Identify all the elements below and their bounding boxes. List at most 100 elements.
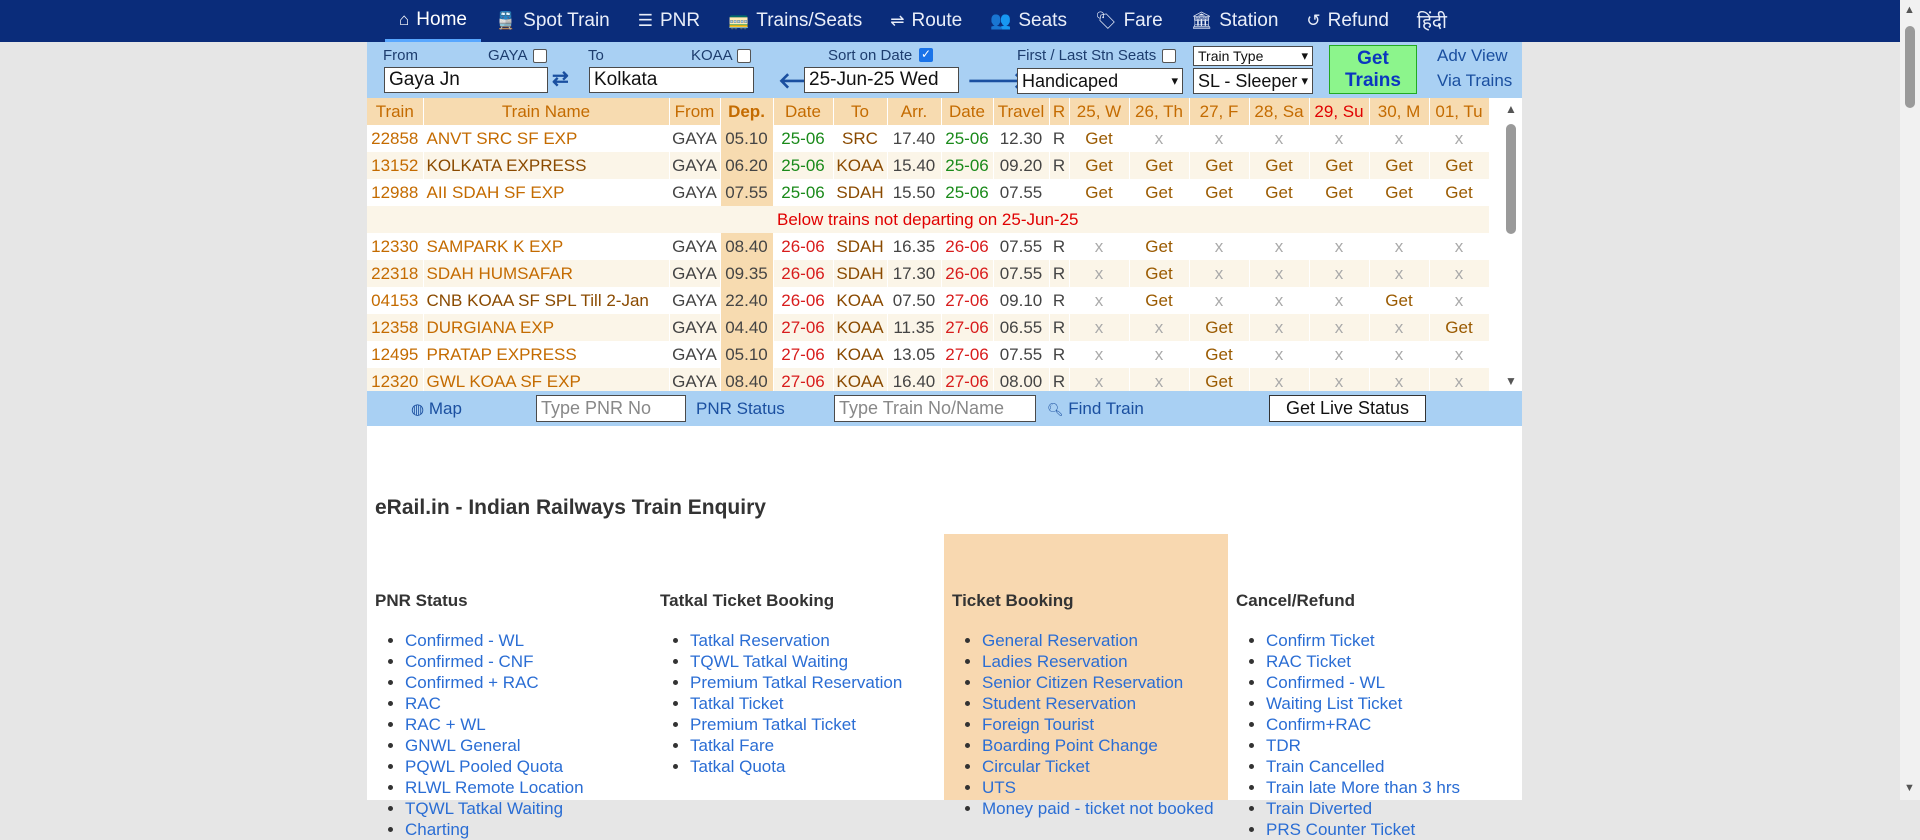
train-name-text[interactable]: SDAH HUMSAFAR xyxy=(427,264,573,283)
train-name[interactable]: SDAH HUMSAFAR xyxy=(423,260,670,287)
get-availability-link[interactable]: Get xyxy=(1189,341,1250,368)
first-last-stn-checkbox[interactable] xyxy=(1162,49,1176,63)
nav-item-seats[interactable]: 👥 Seats xyxy=(976,0,1081,42)
sort-on-date-checkbox[interactable] xyxy=(919,47,933,62)
train-number[interactable]: 12495 xyxy=(367,341,424,368)
nav-item-fare[interactable]: 🏷 Fare xyxy=(1081,0,1177,42)
help-link[interactable]: Train Diverted xyxy=(1266,798,1460,819)
scroll-down-icon[interactable]: ▼ xyxy=(1505,374,1517,388)
get-availability-link[interactable]: Get xyxy=(1129,233,1190,260)
table-row[interactable]: 12358 DURGIANA EXP GAYA 04.40 27-06 KOAA 11.35… xyxy=(367,314,1490,341)
help-link[interactable]: PQWL Pooled Quota xyxy=(405,756,584,777)
train-number[interactable]: 13152 xyxy=(367,152,424,179)
help-link[interactable]: RAC + WL xyxy=(405,714,584,735)
column-header[interactable]: 28, Sa xyxy=(1249,98,1310,125)
nav-item-refund[interactable]: ↺ Refund xyxy=(1292,0,1403,42)
get-availability-link[interactable]: Get xyxy=(1429,179,1490,206)
column-header[interactable]: 29, Su xyxy=(1309,98,1370,125)
get-availability-link[interactable]: Get xyxy=(1129,260,1190,287)
train-name-text[interactable]: GWL KOAA SF EXP xyxy=(427,372,581,391)
get-availability-link[interactable]: Get xyxy=(1189,179,1250,206)
help-link[interactable]: Charting xyxy=(405,819,584,840)
get-availability-link[interactable]: Get xyxy=(1069,125,1130,152)
via-trains-link[interactable]: Via Trains xyxy=(1437,71,1512,91)
scrollbar-thumb[interactable] xyxy=(1905,26,1915,108)
help-link[interactable]: Confirmed - CNF xyxy=(405,651,584,672)
column-header[interactable]: 30, M xyxy=(1369,98,1430,125)
class-select[interactable]: SL - Sleeper ▾ xyxy=(1193,68,1313,94)
table-row[interactable]: 12495 PRATAP EXPRESS GAYA 05.10 27-06 KOAA 13.… xyxy=(367,341,1490,368)
train-name-text[interactable]: KOLKATA EXPRESS xyxy=(427,156,587,175)
scroll-down-icon[interactable]: ▼ xyxy=(1904,782,1915,794)
help-link[interactable]: TQWL Tatkal Waiting xyxy=(405,798,584,819)
get-availability-link[interactable]: Get xyxy=(1249,152,1310,179)
train-name[interactable]: PRATAP EXPRESS xyxy=(423,341,670,368)
train-name-text[interactable]: DURGIANA EXP xyxy=(427,318,555,337)
help-link[interactable]: Ladies Reservation xyxy=(982,651,1214,672)
table-scrollbar[interactable]: ▲ ▼ xyxy=(1500,98,1522,391)
help-link[interactable]: Confirmed + RAC xyxy=(405,672,584,693)
help-link[interactable]: Tatkal Reservation xyxy=(690,630,902,651)
get-availability-link[interactable]: Get xyxy=(1069,179,1130,206)
map-link[interactable]: ◍ Map xyxy=(411,399,462,419)
help-link[interactable]: Confirm+RAC xyxy=(1266,714,1460,735)
table-row[interactable]: 22858 ANVT SRC SF EXP GAYA 05.10 25-06 SRC 17.… xyxy=(367,125,1490,152)
train-name-text[interactable]: CNB KOAA SF SPL xyxy=(427,291,577,310)
train-number[interactable]: 22858 xyxy=(367,125,424,152)
get-availability-link[interactable]: Get xyxy=(1189,314,1250,341)
quota-select[interactable]: Handicaped ▾ xyxy=(1017,68,1183,94)
swap-stations-icon[interactable]: ⇄ xyxy=(552,66,569,91)
help-link[interactable]: Confirmed - WL xyxy=(1266,672,1460,693)
get-availability-link[interactable]: Get xyxy=(1369,179,1430,206)
journey-date-input[interactable]: 25-Jun-25 Wed xyxy=(804,67,959,93)
column-header[interactable]: 25, W xyxy=(1069,98,1130,125)
train-number[interactable]: 22318 xyxy=(367,260,424,287)
from-station-input[interactable]: Gaya Jn xyxy=(384,67,548,93)
help-link[interactable]: General Reservation xyxy=(982,630,1214,651)
table-row[interactable]: 12320 GWL KOAA SF EXP GAYA 08.40 27-06 KOAA 16… xyxy=(367,368,1490,391)
train-name[interactable]: CNB KOAA SF SPL Till 2-Jan xyxy=(423,287,670,314)
column-header[interactable]: 26, Th xyxy=(1129,98,1190,125)
help-link[interactable]: Waiting List Ticket xyxy=(1266,693,1460,714)
scroll-up-icon[interactable]: ▲ xyxy=(1505,102,1517,116)
nav-item-station[interactable]: 🏛 Station xyxy=(1177,0,1293,42)
get-availability-link[interactable]: Get xyxy=(1429,314,1490,341)
table-row[interactable]: 12988 AII SDAH SF EXP GAYA 07.55 25-06 SDAH 15… xyxy=(367,179,1490,206)
help-link[interactable]: Tatkal Fare xyxy=(690,735,902,756)
help-link[interactable]: Train Cancelled xyxy=(1266,756,1460,777)
train-name-text[interactable]: SAMPARK K EXP xyxy=(427,237,564,256)
help-link[interactable]: TDR xyxy=(1266,735,1460,756)
column-header[interactable]: 01, Tu xyxy=(1429,98,1490,125)
pnr-number-input[interactable]: Type PNR No xyxy=(536,395,686,422)
help-link[interactable]: Money paid - ticket not booked xyxy=(982,798,1214,819)
train-name[interactable]: DURGIANA EXP xyxy=(423,314,670,341)
scroll-up-icon[interactable]: ▲ xyxy=(1904,4,1915,16)
page-scrollbar[interactable]: ▲ ▼ xyxy=(1900,0,1920,800)
nav-item-hindi[interactable]: हिंदी xyxy=(1403,0,1461,42)
help-link[interactable]: Premium Tatkal Ticket xyxy=(690,714,902,735)
get-live-status-button[interactable]: Get Live Status xyxy=(1269,395,1426,422)
train-name[interactable]: AII SDAH SF EXP xyxy=(423,179,670,206)
help-link[interactable]: Circular Ticket xyxy=(982,756,1214,777)
get-trains-button[interactable]: Get Trains xyxy=(1329,45,1417,94)
help-link[interactable]: Tatkal Ticket xyxy=(690,693,902,714)
help-link[interactable]: RLWL Remote Location xyxy=(405,777,584,798)
train-name[interactable]: KOLKATA EXPRESS xyxy=(423,152,670,179)
train-name[interactable]: ANVT SRC SF EXP xyxy=(423,125,670,152)
help-link[interactable]: RAC Ticket xyxy=(1266,651,1460,672)
help-link[interactable]: GNWL General xyxy=(405,735,584,756)
help-link[interactable]: Boarding Point Change xyxy=(982,735,1214,756)
train-number[interactable]: 12988 xyxy=(367,179,424,206)
get-availability-link[interactable]: Get xyxy=(1189,152,1250,179)
help-link[interactable]: TQWL Tatkal Waiting xyxy=(690,651,902,672)
get-availability-link[interactable]: Get xyxy=(1309,152,1370,179)
train-name-text[interactable]: ANVT SRC SF EXP xyxy=(427,129,578,148)
nav-item-home[interactable]: ⌂ Home xyxy=(385,0,481,42)
help-link[interactable]: Foreign Tourist xyxy=(982,714,1214,735)
get-availability-link[interactable]: Get xyxy=(1309,179,1370,206)
train-number[interactable]: 04153 xyxy=(367,287,424,314)
get-availability-link[interactable]: Get xyxy=(1369,152,1430,179)
help-link[interactable]: Confirmed - WL xyxy=(405,630,584,651)
adv-view-link[interactable]: Adv View xyxy=(1437,46,1508,66)
help-link[interactable]: Student Reservation xyxy=(982,693,1214,714)
